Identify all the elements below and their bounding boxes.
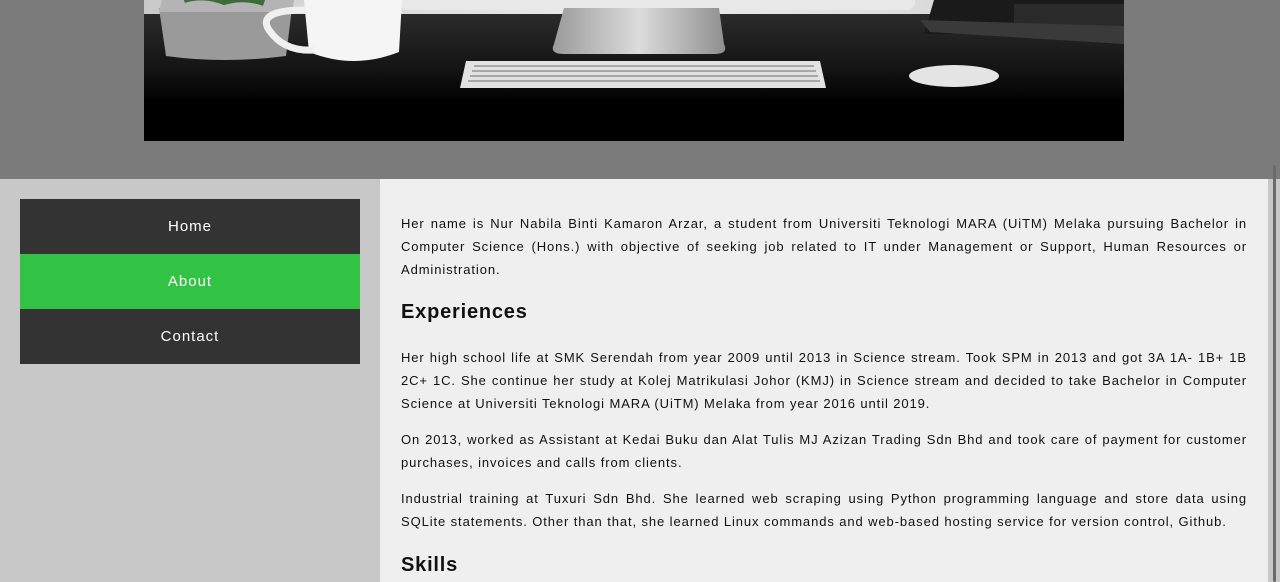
experience-paragraph: Industrial training at Tuxuri Sdn Bhd. S…: [401, 491, 1247, 529]
experiences-heading: Experiences: [401, 301, 528, 323]
experience-paragraph: On 2013, worked as Assistant at Kedai Bu…: [401, 432, 1247, 470]
scrollbar-thumb[interactable]: [1273, 165, 1276, 582]
nav-item-contact[interactable]: Contact: [20, 309, 360, 364]
about-content: Her name is Nur Nabila Binti Kamaron Arz…: [401, 212, 1247, 582]
skills-heading: Skills: [401, 554, 459, 576]
nav-item-about[interactable]: About: [20, 254, 360, 309]
nav-item-home[interactable]: Home: [20, 199, 360, 254]
main-content: Her name is Nur Nabila Binti Kamaron Arz…: [380, 179, 1268, 582]
sidebar: Home About Contact: [0, 179, 380, 582]
page-scrollbar[interactable]: [1268, 0, 1280, 582]
intro-paragraph: Her name is Nur Nabila Binti Kamaron Arz…: [401, 216, 1247, 277]
experience-paragraph: Her high school life at SMK Serendah fro…: [401, 350, 1247, 411]
nav-menu: Home About Contact: [20, 199, 360, 364]
hero-desk-image: [144, 0, 1124, 141]
header-band: [0, 0, 1280, 179]
